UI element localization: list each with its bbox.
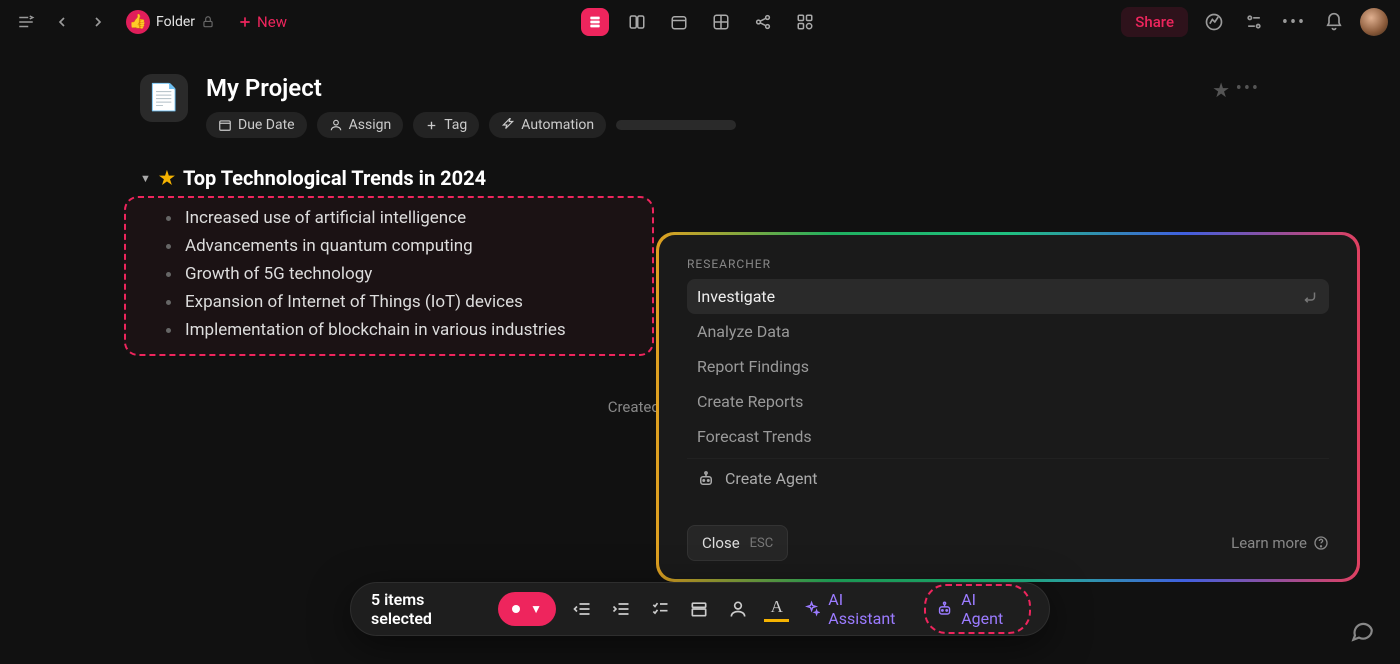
close-button[interactable]: Close ESC [687, 525, 788, 561]
create-agent-button[interactable]: Create Agent [687, 458, 1329, 498]
view-apps-icon[interactable] [791, 8, 819, 36]
outdent-icon[interactable] [570, 596, 595, 622]
learn-more-link[interactable]: Learn more [1231, 534, 1329, 552]
ai-agent-button[interactable]: AI Agent [924, 584, 1031, 634]
chevron-down-icon: ▼ [530, 602, 542, 616]
folder-label: Folder [156, 14, 195, 30]
star-icon: ★ [159, 168, 175, 189]
meta-placeholder [616, 120, 736, 130]
forward-icon[interactable] [84, 8, 112, 36]
automation-button[interactable]: Automation [489, 112, 606, 138]
favorite-star-icon[interactable]: ★ [1212, 78, 1230, 102]
ai-assistant-button[interactable]: AI Assistant [803, 590, 910, 628]
section-heading[interactable]: ▼ ★ Top Technological Trends in 2024 [140, 166, 1260, 190]
new-label: New [257, 13, 287, 31]
bullet-icon [166, 244, 171, 249]
share-button[interactable]: Share [1121, 7, 1188, 37]
back-icon[interactable] [48, 8, 76, 36]
collapse-sidebar-icon[interactable] [12, 8, 40, 36]
checklist-icon[interactable] [648, 596, 673, 622]
enter-icon [1301, 288, 1319, 306]
archive-icon[interactable] [687, 596, 712, 622]
thumbs-up-icon: 👍 [126, 10, 150, 34]
assign-icon[interactable] [725, 596, 750, 622]
more-icon[interactable]: ••• [1280, 8, 1308, 36]
caret-down-icon[interactable]: ▼ [140, 172, 151, 185]
status-dropdown[interactable]: ▼ [498, 592, 556, 626]
list-item[interactable]: Growth of 5G technology [136, 260, 642, 288]
view-calendar-icon[interactable] [665, 8, 693, 36]
view-table-icon[interactable] [707, 8, 735, 36]
avatar[interactable] [1360, 8, 1388, 36]
chat-icon[interactable] [1346, 614, 1378, 646]
popup-item-create-reports[interactable]: Create Reports [687, 384, 1329, 419]
popup-item-forecast[interactable]: Forecast Trends [687, 419, 1329, 454]
view-share-icon[interactable] [749, 8, 777, 36]
bullet-icon [166, 216, 171, 221]
tag-button[interactable]: Tag [413, 112, 479, 138]
status-dot-icon [512, 605, 520, 613]
list-item[interactable]: Implementation of blockchain in various … [136, 316, 642, 344]
selection-highlight: Increased use of artificial intelligence… [124, 196, 654, 356]
text-style-button[interactable]: A [764, 596, 789, 622]
list-item[interactable]: Advancements in quantum computing [136, 232, 642, 260]
view-switcher [581, 8, 819, 36]
page-icon[interactable]: 📄 [140, 74, 188, 122]
popup-section-label: RESEARCHER [687, 257, 1329, 271]
top-bar: 👍 Folder New Share [0, 0, 1400, 44]
popup-item-investigate[interactable]: Investigate [687, 279, 1329, 314]
page-title[interactable]: My Project [206, 74, 736, 102]
bullet-icon [166, 328, 171, 333]
popup-item-report[interactable]: Report Findings [687, 349, 1329, 384]
breadcrumb-folder[interactable]: 👍 Folder [120, 6, 221, 38]
robot-icon [697, 470, 715, 488]
view-split-icon[interactable] [623, 8, 651, 36]
ai-agent-popup: RESEARCHER Investigate Analyze Data Repo… [656, 232, 1360, 582]
bullet-icon [166, 272, 171, 277]
lock-icon [201, 15, 215, 29]
view-doc-icon[interactable] [581, 8, 609, 36]
activity-icon[interactable] [1200, 8, 1228, 36]
notifications-icon[interactable] [1320, 8, 1348, 36]
popup-item-analyze[interactable]: Analyze Data [687, 314, 1329, 349]
selection-count: 5 items selected [371, 590, 484, 628]
due-date-button[interactable]: Due Date [206, 112, 307, 138]
indent-icon[interactable] [609, 596, 634, 622]
new-button[interactable]: New [229, 9, 295, 35]
bullet-icon [166, 300, 171, 305]
assign-button[interactable]: Assign [317, 112, 404, 138]
selection-toolbar: 5 items selected ▼ A AI Assistant AI Age… [350, 582, 1050, 636]
list-item[interactable]: Expansion of Internet of Things (IoT) de… [136, 288, 642, 316]
list-item[interactable]: Increased use of artificial intelligence [136, 204, 642, 232]
page-more-icon[interactable]: ••• [1236, 78, 1260, 99]
esc-hint: ESC [750, 536, 774, 551]
settings-sliders-icon[interactable] [1240, 8, 1268, 36]
